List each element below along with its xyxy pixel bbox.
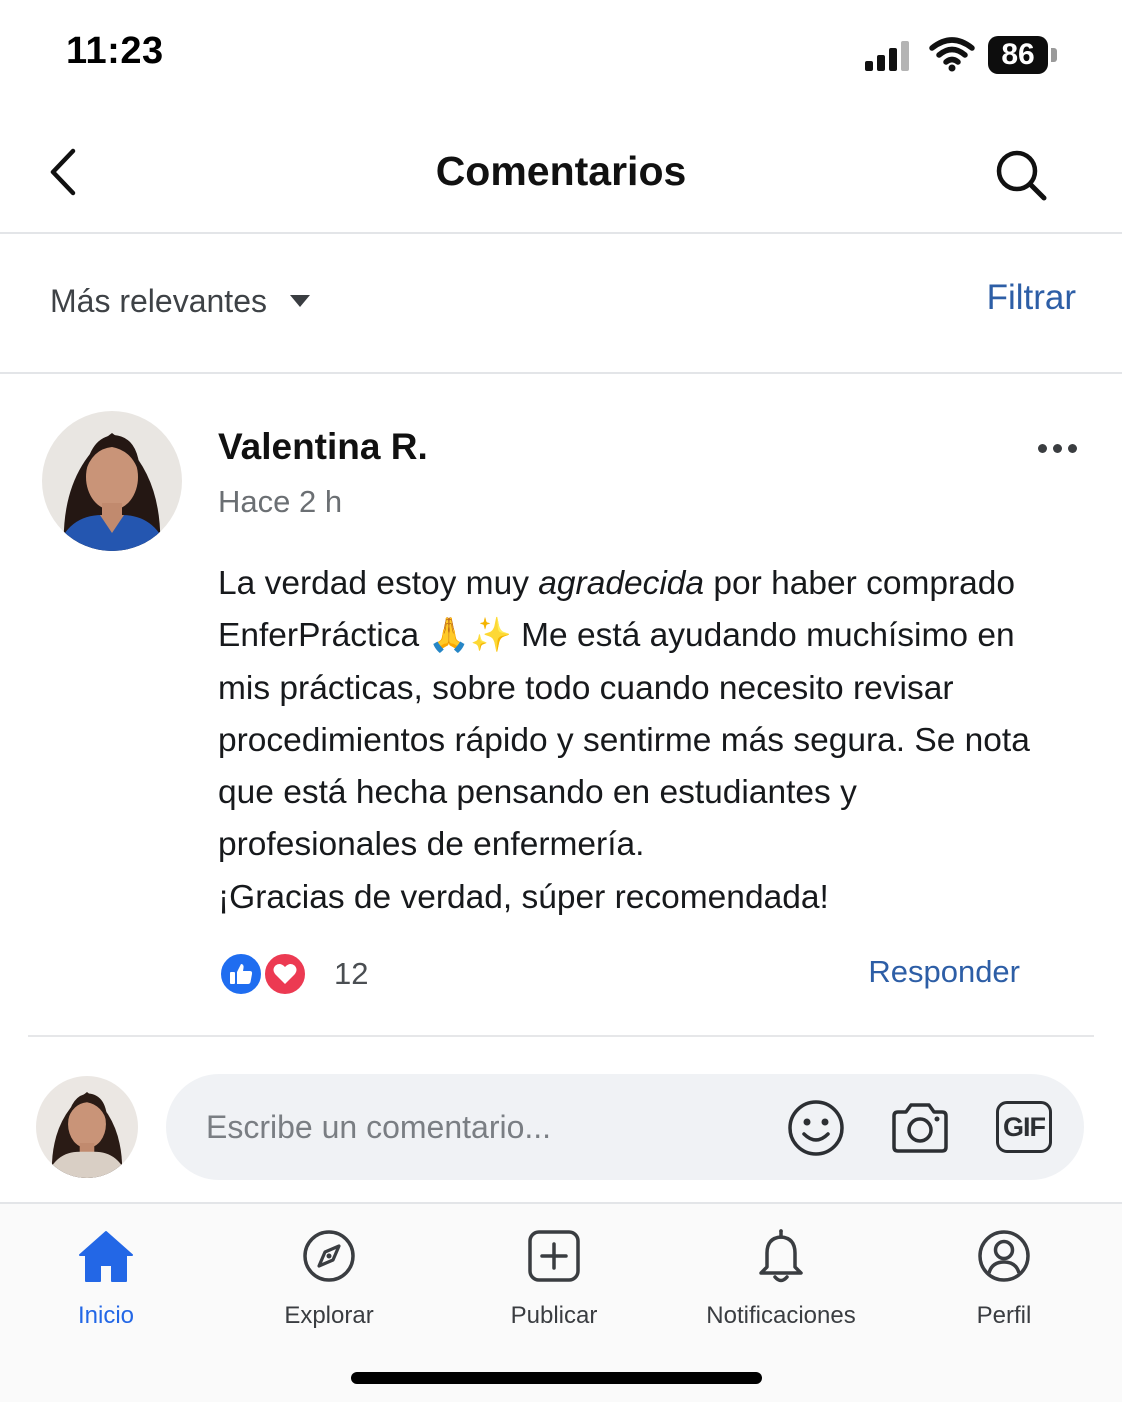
nav-item-perfil[interactable]: Perfil [904, 1226, 1104, 1336]
dot [1067, 443, 1077, 453]
home-icon [79, 1231, 133, 1282]
reactions-summary[interactable]: 12 [218, 950, 368, 998]
reaction-count: 12 [334, 956, 369, 991]
more-options-button[interactable] [1030, 430, 1084, 466]
emoji-button[interactable] [786, 1098, 846, 1158]
battery-indicator: 86 [988, 36, 1048, 74]
caret-down-icon [289, 295, 310, 307]
current-user-avatar [36, 1076, 138, 1178]
camera-button[interactable] [888, 1100, 952, 1156]
nav-label-perfil: Perfil [976, 1302, 1032, 1329]
user-circle-icon [978, 1230, 1030, 1282]
bell-icon [759, 1229, 803, 1283]
camera-icon [892, 1103, 948, 1153]
nav-item-explorar[interactable]: Explorar [229, 1226, 429, 1336]
nav-item-publicar[interactable]: Publicar [454, 1226, 654, 1336]
comment-text-part: por haber comprado EnferPráctica 🙏✨ Me e… [218, 565, 1030, 864]
sort-divider [0, 372, 1122, 374]
nav-item-notificaciones[interactable]: Notificaciones [681, 1226, 881, 1336]
comment-text-part: ¡Gracias de verdad, súper recomendada! [218, 878, 829, 916]
comment-text-italic: agradecida [538, 565, 705, 602]
comment-input[interactable] [206, 1104, 766, 1150]
battery-level: 86 [1001, 38, 1035, 71]
smiley-icon [788, 1100, 844, 1156]
filter-link[interactable]: Filtrar [987, 278, 1076, 318]
comment-text: La verdad estoy muy agradecida por haber… [218, 558, 1038, 924]
compass-icon [303, 1230, 355, 1282]
reply-button[interactable]: Responder [868, 954, 1020, 990]
dot [1052, 443, 1062, 453]
author-name[interactable]: Valentina R. [218, 426, 428, 468]
comment-divider [28, 1035, 1094, 1037]
author-avatar[interactable] [42, 411, 182, 551]
comment-text-part: La verdad estoy muy [218, 565, 539, 602]
dot [1037, 443, 1047, 453]
comment-timestamp: Hace 2 h [218, 484, 343, 519]
gif-button[interactable]: GIF [996, 1101, 1052, 1153]
sort-label: Más relevantes [50, 282, 267, 319]
status-time: 11:23 [66, 30, 164, 72]
page-title: Comentarios [435, 148, 687, 194]
wifi-icon [929, 37, 975, 72]
search-icon [996, 150, 1047, 201]
header-divider [0, 232, 1122, 234]
like-reaction-icon [218, 951, 264, 997]
nav-label-inicio: Inicio [77, 1302, 135, 1329]
home-indicator [351, 1372, 762, 1384]
nav-label-publicar: Publicar [510, 1302, 598, 1329]
sort-dropdown[interactable]: Más relevantes [50, 278, 311, 324]
plus-square-icon [528, 1230, 580, 1282]
cellular-signal-icon [865, 41, 909, 71]
nav-item-inicio[interactable]: Inicio [6, 1226, 206, 1336]
nav-label-explorar: Explorar [284, 1302, 374, 1329]
nav-label-notificaciones: Notificaciones [706, 1302, 856, 1329]
search-button[interactable] [990, 144, 1052, 206]
battery-tip [1051, 48, 1057, 62]
love-reaction-icon [262, 951, 308, 997]
